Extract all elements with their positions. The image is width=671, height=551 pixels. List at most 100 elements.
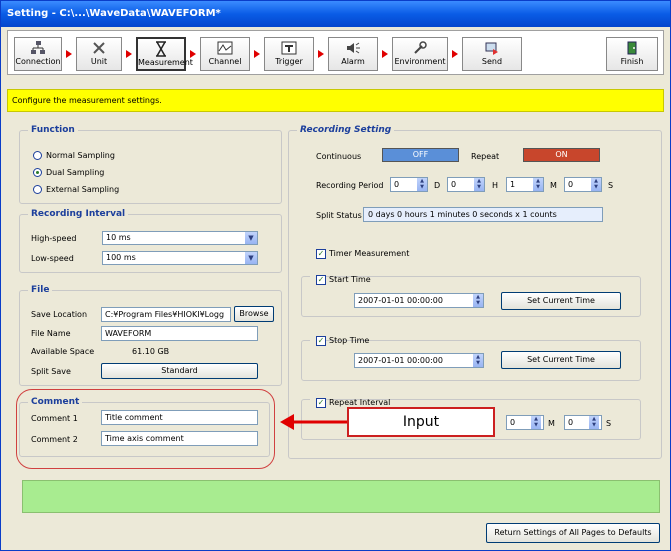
step-label: Alarm [341,57,365,66]
status-bar [22,480,660,513]
minutes-unit: M [550,181,557,190]
wrench-icon [414,41,427,54]
split-save-button[interactable]: Standard [101,363,258,379]
dual-sampling-radio[interactable] [33,168,42,177]
tools-icon [93,42,105,54]
seconds-unit: S [608,181,614,190]
high-speed-value: 10 ms [106,233,131,242]
return-defaults-button[interactable]: Return Settings of All Pages to Defaults [486,523,660,543]
send-icon [485,42,498,55]
function-legend: Function [31,125,75,135]
split-save-label: Split Save [31,367,71,376]
step-environment-button[interactable]: Environment [392,37,448,71]
continuous-label: Continuous [316,152,362,161]
timer-measurement-label: Timer Measurement [329,249,410,258]
spin-updown-icon[interactable]: ▲ ▼ [589,416,599,429]
step-label: Finish [620,57,644,66]
spin-updown-icon[interactable]: ▲ ▼ [473,294,483,307]
dual-sampling-label: Dual Sampling [46,168,105,177]
file-name-field[interactable]: WAVEFORM [101,326,258,341]
chevron-down-icon[interactable]: ▼ [245,252,257,264]
step-measurement-button[interactable]: Measurement [136,37,193,71]
exit-door-icon [627,41,637,55]
step-label: Environment [394,57,446,66]
input-callout: Input [347,407,495,437]
spin-updown-icon[interactable]: ▲ ▼ [591,178,601,191]
start-time-field[interactable]: 2007-01-01 00:00:00 [354,293,484,308]
timer-measurement-checkbox[interactable]: ✓ [316,249,326,259]
stop-time-checkbox[interactable]: ✓ [316,336,326,346]
available-space-label: Available Space [31,347,95,356]
step-label: Trigger [275,57,303,66]
stop-time-field[interactable]: 2007-01-01 00:00:00 [354,353,484,368]
low-speed-label: Low-speed [31,254,74,263]
step-trigger-button[interactable]: Trigger [264,37,314,71]
window-title: Setting - C:\...\WaveData\WAVEFORM* [1,1,670,27]
available-space-value: 61.10 GB [132,347,170,356]
spin-updown-icon[interactable]: ▲ ▼ [533,178,543,191]
step-unit-button[interactable]: Unit [76,37,122,71]
step-finish-button[interactable]: Finish [606,37,658,71]
step-label: Send [481,57,503,66]
start-set-current-time-button[interactable]: Set Current Time [501,292,621,310]
arrow-right-icon [254,50,260,58]
trigger-icon [281,41,297,55]
start-time-label: Start Time [329,275,371,284]
annotation-arrow-icon [280,414,348,430]
hours-unit: H [492,181,499,190]
high-speed-select[interactable]: 10 ms ▼ [102,231,258,245]
stop-time-label: Stop Time [329,336,370,345]
minutes-unit: M [548,419,555,428]
spin-updown-icon[interactable]: ▲ ▼ [474,178,484,191]
waveform-icon [217,41,233,55]
browse-button[interactable]: Browse [234,306,274,322]
recording-setting-legend: Recording Setting [300,125,392,135]
arrow-right-icon [318,50,324,58]
low-speed-value: 100 ms [106,253,136,262]
external-sampling-label: External Sampling [46,185,120,194]
arrow-right-icon [66,50,72,58]
save-location-field[interactable]: C:¥Program Files¥HIOKI¥Logg [101,307,231,322]
settings-window: Setting - C:\...\WaveData\WAVEFORM* Conn… [0,0,671,551]
spin-updown-icon[interactable]: ▲ ▼ [417,178,427,191]
step-alarm-button[interactable]: Alarm [328,37,378,71]
network-icon [31,41,45,54]
days-unit: D [434,181,441,190]
speaker-icon [347,42,360,54]
step-channel-button[interactable]: Channel [200,37,250,71]
stop-set-current-time-button[interactable]: Set Current Time [501,351,621,369]
chevron-down-icon[interactable]: ▼ [245,232,257,244]
step-label: Unit [90,57,108,66]
continuous-toggle[interactable]: OFF [382,148,459,162]
arrow-right-icon [126,50,132,58]
file-name-label: File Name [31,329,71,338]
start-time-checkbox[interactable]: ✓ [316,275,326,285]
recording-period-label: Recording Period [316,181,384,190]
step-send-button[interactable]: Send [462,37,522,71]
repeat-label: Repeat [471,152,500,161]
step-label: Channel [208,57,242,66]
hourglass-icon [156,41,166,57]
high-speed-label: High-speed [31,234,77,243]
file-legend: File [31,285,50,295]
recording-interval-legend: Recording Interval [31,209,126,219]
arrow-right-icon [190,50,196,58]
step-connection-button[interactable]: Connection [14,37,62,71]
normal-sampling-radio[interactable] [33,151,42,160]
arrow-right-icon [452,50,458,58]
save-location-label: Save Location [31,310,88,319]
spin-updown-icon[interactable]: ▲ ▼ [531,416,541,429]
wizard-toolbar: Connection Unit Measurement Channel Trig… [7,30,664,75]
seconds-unit: S [606,419,612,428]
external-sampling-radio[interactable] [33,185,42,194]
split-status-label: Split Status [316,211,362,220]
repeat-toggle[interactable]: ON [523,148,600,162]
arrow-right-icon [382,50,388,58]
repeat-interval-checkbox[interactable]: ✓ [316,398,326,408]
repeat-interval-label: Repeat Interval [329,398,391,407]
highlight-oval [16,389,275,469]
split-status-value: 0 days 0 hours 1 minutes 0 seconds x 1 c… [363,207,603,222]
instruction-bar: Configure the measurement settings. [7,89,664,112]
spin-updown-icon[interactable]: ▲ ▼ [473,354,483,367]
low-speed-select[interactable]: 100 ms ▼ [102,251,258,265]
